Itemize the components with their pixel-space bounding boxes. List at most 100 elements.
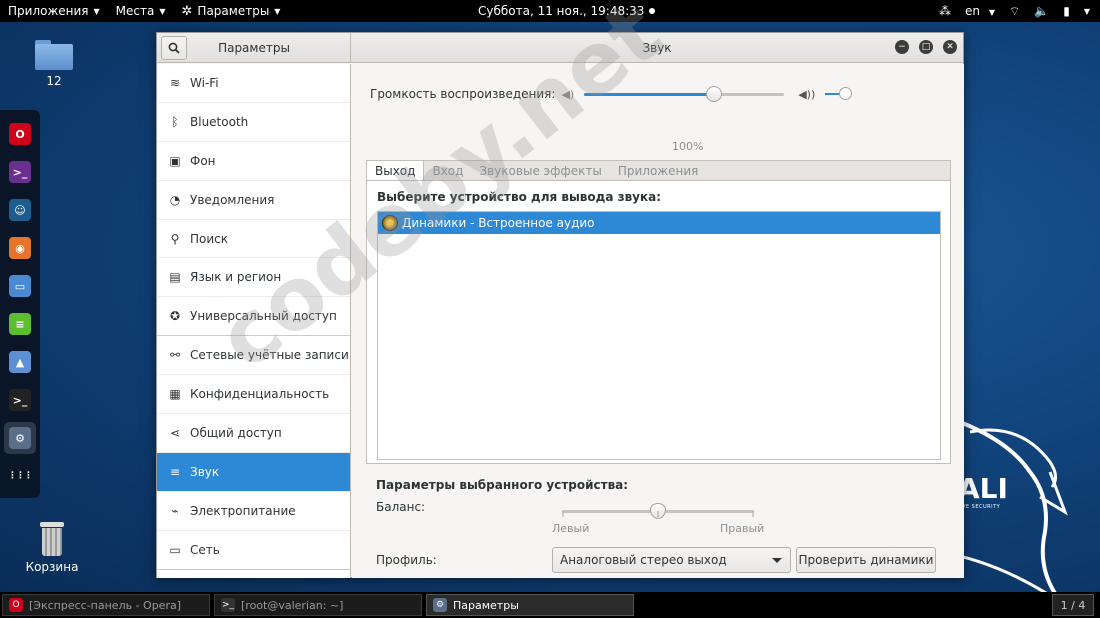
maximize-button[interactable]: □	[919, 40, 933, 54]
profile-select-value: Аналоговый стерео выход	[560, 553, 727, 567]
extensions-icon[interactable]: ⁂	[939, 4, 951, 18]
language-icon: ▤	[169, 270, 181, 285]
desktop-folder-12[interactable]: 12	[24, 40, 84, 88]
sidebar-item-notifications[interactable]: ◔ Уведомления	[157, 181, 350, 220]
sidebar-item-language[interactable]: ▤ Язык и регион	[157, 258, 350, 298]
app-grid-icon: ⋮⋮⋮	[8, 471, 33, 481]
taskbar-task-label: [root@valerian: ~]	[241, 598, 344, 612]
tab-applications[interactable]: Приложения	[610, 161, 707, 180]
desktop-trash[interactable]: Корзина	[22, 522, 82, 574]
clock-text: Суббота, 11 ноя., 19:48:33	[478, 4, 645, 18]
system-menu-arrow[interactable]: ▼	[1084, 7, 1090, 16]
sidebar-item-accessibility[interactable]: ✪ Универсальный доступ	[157, 297, 350, 337]
sidebar-item-label: Звук	[190, 464, 220, 479]
sound-panel: Громкость воспроизведения: ◀) ◀)) 100% В…	[352, 64, 964, 578]
tools-icon: ✲	[181, 3, 193, 19]
sidebar-item-background[interactable]: ▣ Фон	[157, 142, 350, 181]
sidebar-item-search[interactable]: ⚲ Поиск	[157, 220, 350, 259]
applications-menu[interactable]: Приложения ▼	[0, 0, 108, 22]
chevron-down-icon	[772, 558, 782, 563]
opera-icon: O	[9, 123, 31, 145]
sidebar-item-label: Уведомления	[190, 192, 275, 207]
kali-logo-text: ALI	[958, 472, 1008, 505]
volume-low-icon: ◀)	[561, 87, 575, 101]
language-selector[interactable]: en ▼	[965, 4, 995, 18]
sound-tabs-notebook: Выход Вход Звуковые эффекты Приложения Выбе…	[366, 160, 951, 464]
dock-item-terminal[interactable]: >_	[4, 384, 36, 416]
device-row-speakers[interactable]: Динамики - Встроенное аудио	[378, 212, 940, 234]
volume-percent: 100%	[672, 140, 704, 153]
volume-slider-handle[interactable]	[706, 86, 723, 102]
dock-item-files[interactable]: ▭	[4, 270, 36, 302]
window-title: Звук	[642, 41, 672, 55]
places-menu[interactable]: Места ▼	[108, 0, 174, 22]
volume-mini-slider[interactable]	[825, 87, 853, 101]
sidebar-item-label: Сетевые учётные записи	[190, 348, 349, 363]
sidebar-item-label: Wi-Fi	[190, 75, 219, 90]
sidebar-item-sound[interactable]: ≡ Звук	[157, 452, 350, 492]
desktop-folder-label: 12	[46, 74, 62, 88]
profile-label: Профиль:	[376, 553, 437, 567]
output-device-list[interactable]: Динамики - Встроенное аудио	[377, 211, 941, 460]
search-button[interactable]	[161, 36, 187, 60]
sidebar-item-label: Универсальный доступ	[190, 309, 337, 324]
dock-item-text-editor[interactable]: ≡	[4, 308, 36, 340]
speaker-device-icon	[382, 215, 398, 231]
search-icon	[168, 42, 180, 54]
window-header: Параметры Звук − □ ✕	[157, 33, 963, 63]
sidebar-item-wifi[interactable]: ≋ Wi-Fi	[157, 64, 350, 103]
maximize-icon: □	[921, 41, 931, 52]
test-speakers-button[interactable]: Проверить динамики	[796, 547, 936, 573]
sound-icon: ≡	[169, 464, 181, 479]
taskbar-task[interactable]: O [Экспресс-панель - Opera]	[2, 594, 210, 616]
terminal-purple-icon: >_	[9, 161, 31, 183]
output-device-heading: Выберите устройство для вывода звука:	[377, 190, 662, 204]
sidebar-item-sharing[interactable]: ⋖ Общий доступ	[157, 414, 350, 453]
opera-icon: O	[9, 598, 23, 612]
tab-input[interactable]: Вход	[424, 161, 471, 180]
trash-icon	[40, 522, 64, 556]
privacy-icon: ▦	[169, 387, 181, 402]
dock-item-settings[interactable]: ⚙	[4, 422, 36, 454]
dock-item-firefox[interactable]: ◉	[4, 232, 36, 264]
settings-window: Параметры Звук − □ ✕ ≋ Wi-Fi ᛒ Bluetooth ▣ Фо…	[156, 32, 964, 578]
sidebar-item-bluetooth[interactable]: ᛒ Bluetooth	[157, 103, 350, 142]
dock-item-avatar-app[interactable]: ☺	[4, 194, 36, 226]
sidebar-item-privacy[interactable]: ▦ Конфиденциальность	[157, 375, 350, 415]
tab-output[interactable]: Выход	[367, 161, 425, 180]
search-icon: ⚲	[170, 231, 180, 246]
dock-item-app-grid[interactable]: ⋮⋮⋮	[4, 460, 36, 492]
minimize-button[interactable]: −	[895, 40, 909, 54]
sidebar-item-network[interactable]: ▭ Сеть	[157, 531, 350, 570]
workspace-switcher[interactable]: 1 / 4	[1052, 594, 1094, 616]
dock-item-terminal-purple[interactable]: >_	[4, 156, 36, 188]
sidebar-item-label: Язык и регион	[190, 270, 282, 285]
dock-item-opera[interactable]: O	[4, 118, 36, 150]
sharing-icon: ⋖	[169, 425, 181, 440]
taskbar-task[interactable]: >_ [root@valerian: ~]	[214, 594, 422, 616]
tab-sound-effects[interactable]: Звуковые эффекты	[471, 161, 609, 180]
sidebar-item-label: Bluetooth	[190, 114, 249, 129]
settings-app-menu[interactable]: ✲ Параметры ▼	[174, 0, 289, 22]
volume-slider[interactable]	[584, 86, 785, 102]
volume-mini-slider-handle[interactable]	[839, 87, 853, 100]
sidebar-item-label: Конфиденциальность	[190, 387, 330, 402]
network-icon: ▭	[169, 542, 181, 557]
taskbar: O [Экспресс-панель - Opera] >_ [root@valeri…	[0, 592, 1100, 618]
balance-ticks	[562, 511, 754, 517]
battery-icon[interactable]: ▮	[1063, 4, 1070, 18]
terminal-icon: >_	[221, 598, 235, 612]
sidebar-item-power[interactable]: ⌁ Электропитание	[157, 492, 350, 531]
dock: O >_ ☺ ◉ ▭ ≡ ▲ >_ ⚙ ⋮⋮⋮	[0, 110, 40, 498]
volume-icon[interactable]: 🔈	[1034, 4, 1049, 18]
clock[interactable]: Суббота, 11 ноя., 19:48:33	[478, 0, 656, 22]
applications-menu-label: Приложения	[8, 4, 89, 18]
taskbar-task[interactable]: ⚙ Параметры	[426, 594, 634, 616]
avatar-app-icon: ☺	[9, 199, 31, 221]
sidebar-item-online-accounts[interactable]: ⚯ Сетевые учётные записи	[157, 336, 350, 376]
close-button[interactable]: ✕	[943, 40, 957, 54]
wifi-icon[interactable]: ⌔	[1009, 4, 1020, 19]
kali-logo-subtext: VE SECURITY	[962, 504, 1001, 510]
dock-item-image-viewer[interactable]: ▲	[4, 346, 36, 378]
profile-select[interactable]: Аналоговый стерео выход	[552, 547, 791, 573]
